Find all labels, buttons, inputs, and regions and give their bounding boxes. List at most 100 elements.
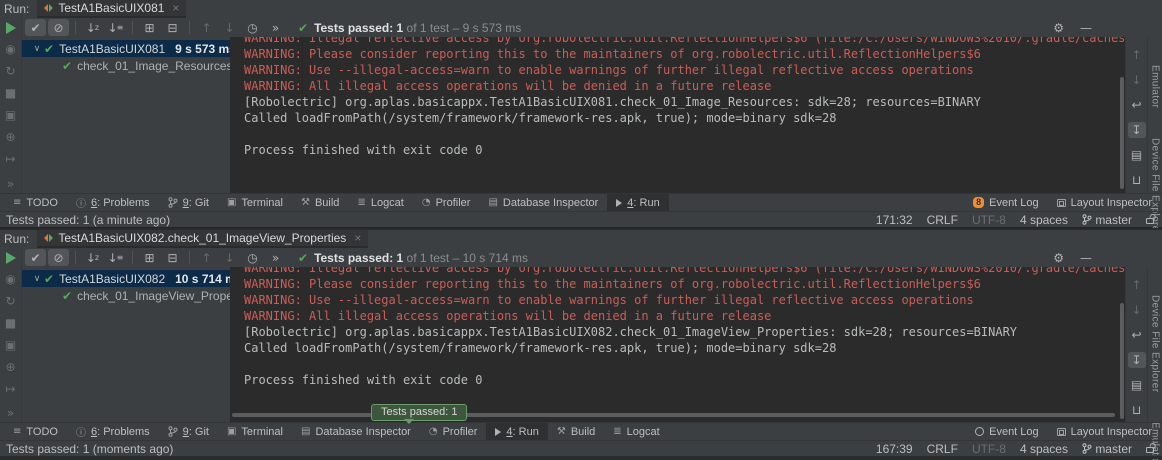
run-config-tab[interactable]: TestA1BasicUIX082.check_01_ImageView_Pro… — [37, 230, 368, 248]
test-tree-root-row[interactable]: ∨ ✔ TestA1BasicUIX081 (org.aplas.basica … — [22, 40, 230, 57]
show-ignored-icon[interactable]: ⊘ — [48, 19, 69, 36]
toolwindow-git[interactable]: 9: Git — [159, 423, 218, 440]
run-console[interactable]: WARNING: Illegal reflective access by or… — [230, 267, 1125, 422]
next-occurrence-icon: ↓ — [219, 19, 240, 36]
sort-alphabetically-icon[interactable]: ↓z — [82, 19, 103, 36]
toolwindow-git[interactable]: 9: Git — [159, 194, 218, 211]
show-console-icon[interactable]: ↦ — [3, 151, 19, 166]
console-vertical-scrollbar[interactable] — [1120, 303, 1124, 419]
print-icon[interactable]: ▤ — [1128, 147, 1146, 163]
rerun-icon[interactable] — [6, 252, 16, 264]
clear-console-icon[interactable]: ⊔ — [1128, 172, 1146, 188]
test-tree-root-row[interactable]: ∨ ✔ TestA1BasicUIX082 (org.aplas.basica … — [22, 270, 230, 287]
caret-position[interactable]: 171:32 — [876, 213, 913, 227]
chevron-down-icon[interactable]: ∨ — [30, 273, 44, 284]
layout-inspector-button[interactable]: Layout Inspector — [1057, 426, 1152, 438]
toolwindow-problems[interactable]: ⓘ6: Problems — [67, 423, 159, 440]
run-console[interactable]: WARNING: Illegal reflective access by or… — [230, 37, 1125, 193]
scroll-to-end-icon[interactable]: ↧ — [1128, 352, 1146, 368]
toolwindow-logcat[interactable]: ≣Logcat — [348, 194, 412, 211]
toolwindow-database-inspector[interactable]: ▤Database Inspector — [292, 423, 420, 440]
toolwindow-build[interactable]: ⚒Build — [292, 194, 348, 211]
toolwindow-run[interactable]: 4: Run — [607, 194, 668, 211]
git-branch-widget[interactable]: master — [1082, 442, 1132, 456]
sort-by-duration-icon[interactable]: ↓≡ — [105, 19, 126, 36]
toggle-auto-test-icon[interactable]: ↻ — [3, 293, 19, 308]
clear-console-icon[interactable]: ⊔ — [1128, 402, 1146, 418]
line-endings[interactable]: CRLF — [927, 213, 958, 227]
line-endings[interactable]: CRLF — [927, 442, 958, 456]
print-icon[interactable]: ▤ — [1128, 377, 1146, 393]
test-history-icon[interactable]: ◷ — [242, 249, 263, 266]
layout-inspector-button[interactable]: Layout Inspector — [1057, 197, 1152, 209]
status-bar: Tests passed: 1 (moments ago) 167:39 CRL… — [0, 440, 1162, 456]
show-ignored-icon[interactable]: ⊘ — [48, 249, 69, 266]
hide-tool-window-icon[interactable]: — — [1080, 21, 1092, 35]
soft-wrap-icon[interactable]: ↩ — [1128, 97, 1146, 113]
more-tool-options-icon[interactable]: » — [3, 176, 19, 191]
unlocked-padlock-icon[interactable] — [1146, 218, 1154, 224]
console-horizontal-scrollbar[interactable] — [232, 413, 1115, 417]
attach-debugger-icon[interactable]: ⊕ — [3, 359, 19, 374]
rerun-failed-tests-icon[interactable]: ◉ — [3, 271, 19, 286]
test-class-name: TestA1BasicUIX082 — [59, 272, 165, 286]
run-config-tab[interactable]: TestA1BasicUIX081 × — [37, 0, 186, 18]
toolwindow-logcat[interactable]: ≣Logcat — [604, 423, 668, 440]
toolwindow-terminal[interactable]: ▣Terminal — [218, 194, 292, 211]
toolwindow-terminal[interactable]: ▣Terminal — [218, 423, 292, 440]
test-duration: 10 s 714 ms — [169, 272, 230, 286]
toggle-auto-test-icon[interactable]: ↻ — [3, 63, 19, 78]
show-passed-icon[interactable]: ✔ — [25, 19, 46, 36]
toolwindow-todo[interactable]: ≡TODO — [4, 423, 67, 440]
test-tree-child-row[interactable]: ✔ check_01_ImageView_Properties 10 s 714… — [22, 287, 230, 304]
more-actions-icon[interactable]: » — [265, 249, 286, 266]
console-vertical-scrollbar[interactable] — [1120, 77, 1124, 189]
show-passed-icon[interactable]: ✔ — [25, 249, 46, 266]
sort-alphabetically-icon[interactable]: ↓z — [82, 249, 103, 266]
expand-all-icon[interactable]: ⊞ — [139, 249, 160, 266]
git-branch-widget[interactable]: master — [1082, 213, 1132, 227]
toolwindow-build[interactable]: ⚒Build — [548, 423, 604, 440]
test-tree-child-row[interactable]: ✔ check_01_Image_Resources 9 s 573 ms — [22, 57, 230, 74]
toolwindow-todo[interactable]: ≡TODO — [4, 194, 67, 211]
test-history-icon[interactable]: ◷ — [242, 19, 263, 36]
gear-icon[interactable]: ⚙ — [1053, 251, 1064, 265]
collapse-all-icon[interactable]: ⊟ — [162, 19, 183, 36]
console-line: WARNING: Illegal reflective access by or… — [244, 37, 1125, 46]
file-encoding[interactable]: UTF-8 — [972, 213, 1006, 227]
sidetab-emulator[interactable]: Emulator — [1150, 65, 1161, 108]
rerun-failed-tests-icon[interactable]: ◉ — [3, 41, 19, 56]
toolwindow-run[interactable]: 4: Run — [486, 423, 547, 440]
run-tool-window-1: Run: TestA1BasicUIX081 × ◉ ↻ ■ ▣ ⊕ ↦ » ✔ — [0, 0, 1162, 228]
gear-icon[interactable]: ⚙ — [1053, 21, 1064, 35]
close-icon[interactable]: × — [172, 1, 179, 15]
expand-all-icon[interactable]: ⊞ — [139, 19, 160, 36]
toolwindow-profiler[interactable]: ◔Profiler — [420, 423, 487, 440]
hide-tool-window-icon[interactable]: — — [1080, 251, 1092, 265]
toolwindow-profiler[interactable]: ◔Profiler — [413, 194, 480, 211]
indent-setting[interactable]: 4 spaces — [1020, 442, 1068, 456]
chevron-down-icon[interactable]: ∨ — [30, 43, 44, 54]
dump-threads-icon[interactable]: ▣ — [3, 107, 19, 122]
attach-debugger-icon[interactable]: ⊕ — [3, 129, 19, 144]
sidetab-device-file-explorer[interactable]: Device File Explorer — [1150, 295, 1161, 392]
more-tool-options-icon[interactable]: » — [3, 405, 19, 420]
close-icon[interactable]: × — [354, 231, 361, 245]
event-log-button[interactable]: Event Log — [975, 426, 1039, 438]
scroll-to-end-icon[interactable]: ↧ — [1128, 122, 1146, 138]
show-console-icon[interactable]: ↦ — [3, 381, 19, 396]
toolwindow-problems[interactable]: ⓘ6: Problems — [67, 194, 159, 211]
dump-threads-icon[interactable]: ▣ — [3, 337, 19, 352]
soft-wrap-icon[interactable]: ↩ — [1128, 327, 1146, 343]
sort-by-duration-icon[interactable]: ↓≡ — [105, 249, 126, 266]
more-actions-icon[interactable]: » — [265, 19, 286, 36]
rerun-icon[interactable] — [6, 22, 16, 34]
toolwindow-database-inspector[interactable]: ▤Database Inspector — [479, 194, 607, 211]
unlocked-padlock-icon[interactable] — [1146, 447, 1154, 453]
file-encoding[interactable]: UTF-8 — [972, 442, 1006, 456]
caret-position[interactable]: 167:39 — [876, 442, 913, 456]
event-log-button[interactable]: 8Event Log — [973, 197, 1039, 209]
collapse-all-icon[interactable]: ⊟ — [162, 249, 183, 266]
console-line: WARNING: Use --illegal-access=warn to en… — [244, 62, 1125, 78]
indent-setting[interactable]: 4 spaces — [1020, 213, 1068, 227]
